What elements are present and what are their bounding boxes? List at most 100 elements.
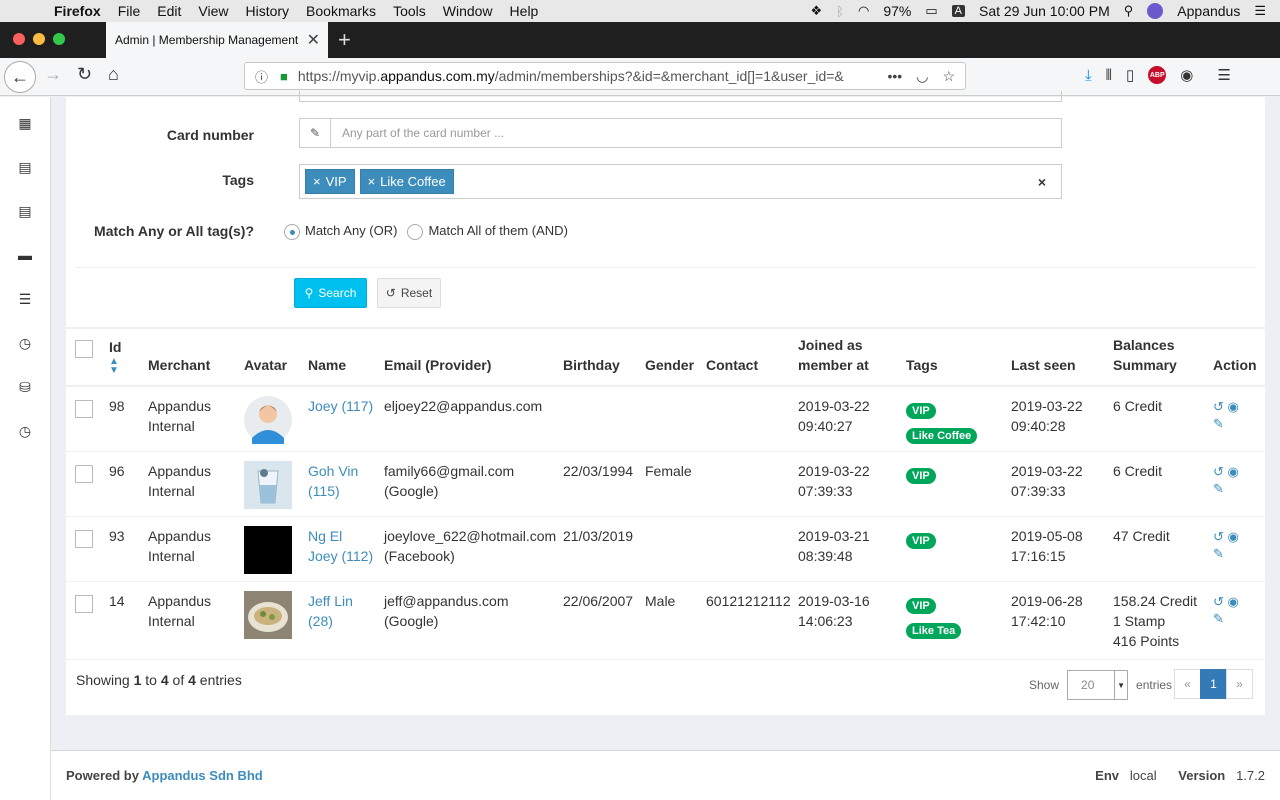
pagination-prev[interactable]: « xyxy=(1174,669,1201,699)
match-any-radio[interactable]: Match Any (OR) xyxy=(284,223,397,240)
menu-tools[interactable]: Tools xyxy=(393,3,426,19)
menu-history[interactable]: History xyxy=(245,3,289,19)
window-zoom-icon[interactable] xyxy=(53,33,65,45)
user-avatar-icon[interactable] xyxy=(1147,3,1164,19)
avatar xyxy=(244,590,292,639)
col-avatar: Avatar xyxy=(244,329,308,387)
member-name-link[interactable]: Jeff Lin (28) xyxy=(308,593,353,629)
window-minimize-icon[interactable] xyxy=(33,33,45,45)
menu-help[interactable]: Help xyxy=(510,3,539,19)
pocket-icon[interactable]: ◡ xyxy=(916,68,928,85)
select-all-checkbox[interactable] xyxy=(75,340,93,358)
view-eye-icon[interactable]: ◉ xyxy=(1228,529,1239,544)
battery-percent[interactable]: 97% xyxy=(883,3,911,19)
row-checkbox[interactable] xyxy=(75,529,93,548)
main-content: Card number ✎ Any part of the card numbe… xyxy=(51,91,1280,800)
history-icon[interactable]: ◷ xyxy=(17,423,33,439)
pagination-next[interactable]: » xyxy=(1226,669,1253,699)
member-name-link[interactable]: Joey (117) xyxy=(308,398,373,414)
cell-balances: 158.24 Credit 1 Stamp 416 Points xyxy=(1113,581,1213,660)
history-icon[interactable]: ↺ xyxy=(1213,529,1224,544)
member-name-link[interactable]: Ng El Joey (112) xyxy=(308,528,373,564)
database-icon[interactable]: ⛁ xyxy=(17,379,33,395)
page-size-select[interactable]: 20 ▼ xyxy=(1067,670,1129,700)
cell-last-seen: 2019-03-22 07:39:33 xyxy=(1011,451,1113,517)
row-checkbox[interactable] xyxy=(75,464,93,483)
url-bar[interactable]: ⓘ ■ https://myvip.appandus.com.my/admin/… xyxy=(244,62,966,90)
library-icon[interactable]: ⫴ xyxy=(1106,67,1112,84)
menu-window[interactable]: Window xyxy=(443,3,493,19)
tags-input[interactable]: × VIP × Like Coffee × xyxy=(299,164,1062,199)
calculator-icon[interactable]: ▦ xyxy=(17,115,33,131)
wifi-icon[interactable]: ◠ xyxy=(858,3,869,19)
col-id[interactable]: Id ▲ ▼ xyxy=(109,329,148,387)
edit-icon[interactable]: ✎ xyxy=(1213,481,1224,496)
view-eye-icon[interactable]: ◉ xyxy=(1228,594,1239,609)
clear-tags-icon[interactable]: × xyxy=(1038,174,1046,190)
home-icon[interactable]: ⌂ xyxy=(108,64,119,85)
edit-icon[interactable]: ✎ xyxy=(1213,546,1224,561)
tag-remove-icon[interactable]: × xyxy=(368,174,376,189)
page-actions-icon[interactable]: ••• xyxy=(888,68,903,85)
browser-tab-active[interactable]: Admin | Membership Management ✕ xyxy=(106,22,328,58)
card-number-input[interactable]: Any part of the card number ... xyxy=(331,119,1061,147)
clock[interactable]: Sat 29 Jun 10:00 PM xyxy=(979,3,1110,19)
site-info-icon[interactable]: ⓘ xyxy=(255,67,268,86)
tag-chip-like-coffee[interactable]: × Like Coffee xyxy=(359,169,454,194)
match-all-radio[interactable]: Match All of them (AND) xyxy=(407,223,568,240)
clock-icon[interactable]: ◷ xyxy=(17,335,33,351)
menu-file[interactable]: File xyxy=(118,3,141,19)
url-text[interactable]: https://myvip.appandus.com.my/admin/memb… xyxy=(298,68,854,84)
hamburger-menu-icon[interactable]: ☰ xyxy=(1217,66,1230,84)
input-source-icon[interactable]: A xyxy=(951,5,965,17)
briefcase-icon[interactable]: ▬ xyxy=(17,247,33,263)
row-checkbox[interactable] xyxy=(75,594,93,613)
history-icon[interactable]: ↺ xyxy=(1213,464,1224,479)
view-eye-icon[interactable]: ◉ xyxy=(1228,464,1239,479)
history-icon[interactable]: ↺ xyxy=(1213,594,1224,609)
back-arrow-icon[interactable]: ← xyxy=(4,61,36,93)
tab-close-icon[interactable]: ✕ xyxy=(307,30,320,50)
forward-arrow-icon[interactable]: → xyxy=(44,64,62,85)
lock-icon[interactable]: ■ xyxy=(280,69,288,84)
tasks-icon[interactable]: ☰ xyxy=(17,291,33,307)
search-button[interactable]: ⚲ Search xyxy=(294,278,367,308)
menubar-user[interactable]: Appandus xyxy=(1177,3,1240,19)
spotlight-search-icon[interactable]: ⚲ xyxy=(1124,3,1134,19)
dropbox-icon[interactable]: ❖ xyxy=(811,3,823,19)
account-icon[interactable]: ◉ xyxy=(1180,66,1193,84)
menu-bookmarks[interactable]: Bookmarks xyxy=(306,3,376,19)
edit-icon[interactable]: ✎ xyxy=(1213,611,1224,626)
menu-app-name[interactable]: Firefox xyxy=(54,3,101,19)
tag-remove-icon[interactable]: × xyxy=(313,174,321,189)
tag-chip-vip[interactable]: × VIP xyxy=(305,169,355,194)
macos-menubar: Firefox File Edit View History Bookmarks… xyxy=(0,0,1280,22)
bluetooth-icon[interactable]: ᛒ xyxy=(836,4,844,19)
card-icon[interactable]: ▤ xyxy=(17,203,33,219)
history-icon[interactable]: ↺ xyxy=(1213,399,1224,414)
cell-tags: VIP xyxy=(906,451,1011,517)
view-eye-icon[interactable]: ◉ xyxy=(1228,399,1239,414)
battery-icon[interactable]: ▭ xyxy=(925,3,937,19)
sidebar-toggle-icon[interactable]: ▯ xyxy=(1126,66,1134,84)
cell-id: 96 xyxy=(109,451,148,517)
prior-filter-input[interactable] xyxy=(299,91,1062,102)
cell-last-seen: 2019-06-28 17:42:10 xyxy=(1011,581,1113,660)
new-tab-icon[interactable]: + xyxy=(338,27,351,53)
edit-icon[interactable]: ✎ xyxy=(1213,416,1224,431)
window-close-icon[interactable] xyxy=(13,33,25,45)
sort-icon[interactable]: ▲ ▼ xyxy=(109,357,148,376)
reset-button[interactable]: ↺ Reset xyxy=(377,278,441,308)
adblock-icon[interactable]: ABP xyxy=(1148,66,1167,84)
menu-edit[interactable]: Edit xyxy=(157,3,181,19)
company-link[interactable]: Appandus Sdn Bhd xyxy=(142,768,263,783)
reload-icon[interactable]: ↻ xyxy=(77,64,92,85)
bookmark-star-icon[interactable]: ☆ xyxy=(942,68,955,85)
list-icon[interactable]: ▤ xyxy=(17,159,33,175)
menu-view[interactable]: View xyxy=(198,3,228,19)
row-checkbox[interactable] xyxy=(75,400,93,418)
download-icon[interactable]: ⤓ xyxy=(1085,67,1092,84)
pagination-page[interactable]: 1 xyxy=(1200,669,1227,699)
member-name-link[interactable]: Goh Vin (115) xyxy=(308,463,358,499)
notification-list-icon[interactable]: ☰ xyxy=(1254,3,1266,19)
